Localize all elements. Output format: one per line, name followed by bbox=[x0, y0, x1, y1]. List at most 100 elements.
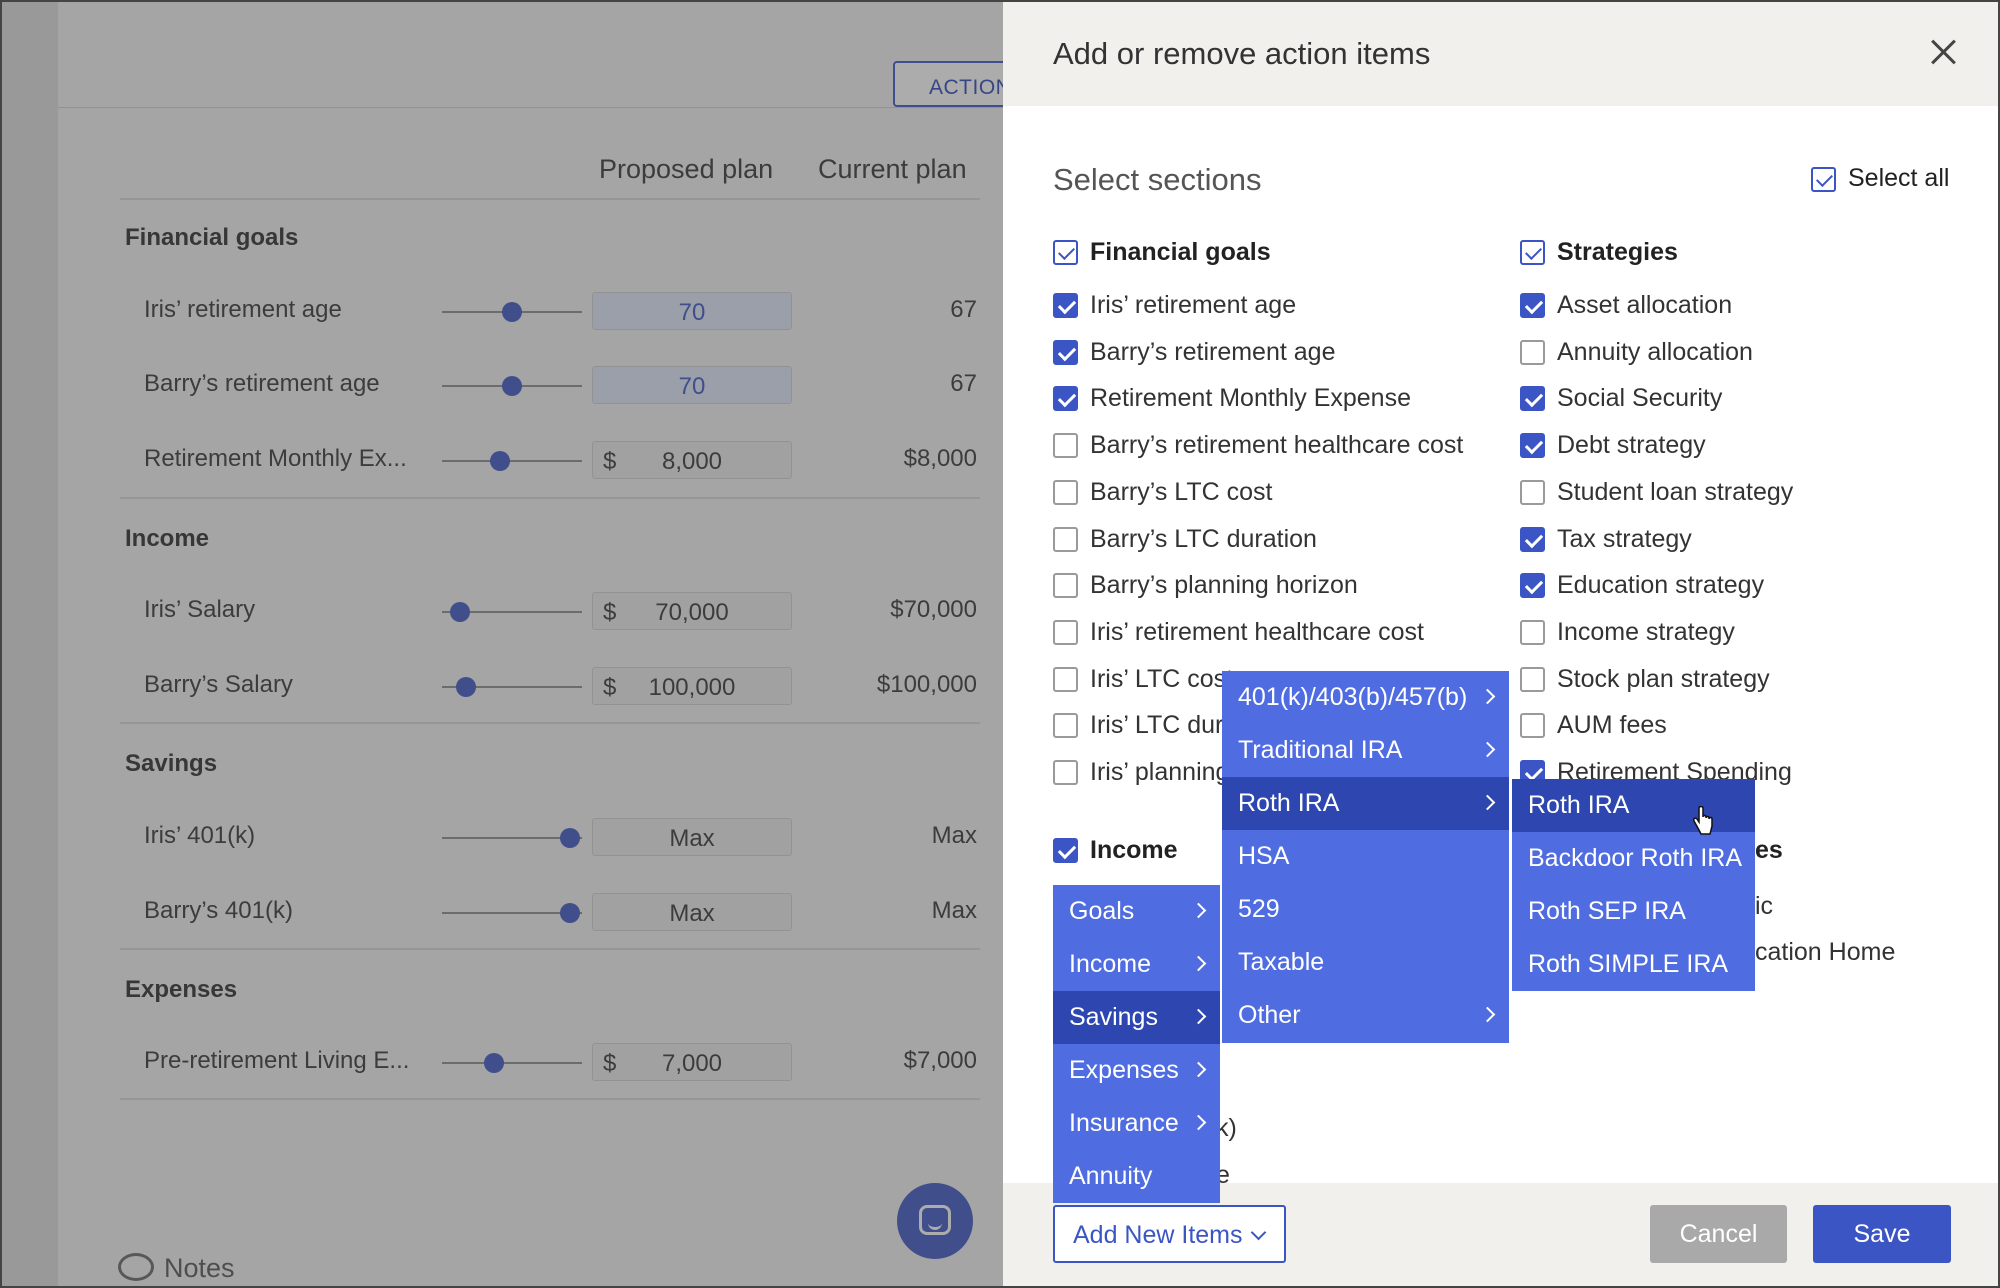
menu-item-label: Roth IRA bbox=[1528, 791, 1630, 819]
checkbox-icon[interactable] bbox=[1053, 620, 1078, 645]
menu-item-traditional-ira[interactable]: Traditional IRA bbox=[1222, 724, 1509, 777]
item-label: Barry’s retirement age bbox=[1090, 338, 1336, 366]
section-label: Financial goals bbox=[1090, 238, 1271, 266]
menu-item-insurance[interactable]: Insurance bbox=[1053, 1097, 1220, 1150]
menu-item-label: Roth IRA bbox=[1238, 789, 1340, 817]
menu-item-roth-sep-ira[interactable]: Roth SEP IRA bbox=[1512, 885, 1755, 938]
checkbox-icon[interactable] bbox=[1053, 240, 1078, 265]
menu-item-label: 401(k)/403(b)/457(b) bbox=[1238, 683, 1468, 711]
item-label: Student loan strategy bbox=[1557, 478, 1794, 506]
checkbox-icon[interactable] bbox=[1053, 527, 1078, 552]
menu-item-savings[interactable]: Savings bbox=[1053, 991, 1220, 1044]
add-items-menu: Goals Income Savings Expenses Insurance … bbox=[1053, 885, 1220, 1203]
checkbox-icon[interactable] bbox=[1520, 293, 1545, 318]
item-label: Iris’ retirement age bbox=[1090, 291, 1297, 319]
menu-item-backdoor-roth-ira[interactable]: Backdoor Roth IRA bbox=[1512, 832, 1755, 885]
checkbox-icon[interactable] bbox=[1053, 480, 1078, 505]
checkbox-icon[interactable] bbox=[1520, 620, 1545, 645]
menu-item-label: Goals bbox=[1069, 897, 1135, 925]
item-label: Retirement Monthly Expense bbox=[1090, 384, 1411, 412]
item-label: Barry’s LTC cost bbox=[1090, 478, 1273, 506]
checkbox-icon[interactable] bbox=[1053, 386, 1078, 411]
background-app: ACTION Proposed plan Current plan Financ… bbox=[0, 0, 1023, 1288]
modal-backdrop[interactable] bbox=[0, 0, 1003, 1288]
section-label: Income bbox=[1090, 836, 1178, 864]
section-label: Strategies bbox=[1557, 238, 1678, 266]
hand-cursor-icon bbox=[1693, 806, 1713, 835]
checkbox-icon[interactable] bbox=[1520, 667, 1545, 692]
checkbox-icon[interactable] bbox=[1520, 240, 1545, 265]
chevron-right-icon bbox=[1479, 688, 1496, 705]
checkbox-icon[interactable] bbox=[1811, 167, 1836, 192]
checkbox-icon[interactable] bbox=[1053, 293, 1078, 318]
item-label: Tax strategy bbox=[1557, 525, 1692, 553]
item-label: Debt strategy bbox=[1557, 431, 1706, 459]
item-label: Barry’s LTC duration bbox=[1090, 525, 1317, 553]
menu-item-taxable[interactable]: Taxable bbox=[1222, 936, 1509, 989]
item-label: Iris’ LTC dura bbox=[1090, 711, 1238, 739]
chevron-right-icon bbox=[1190, 902, 1207, 919]
menu-item-label: Insurance bbox=[1069, 1109, 1179, 1137]
item-label: Barry’s retirement healthcare cost bbox=[1090, 431, 1464, 459]
item-label: Iris’ LTC cost bbox=[1090, 665, 1234, 693]
menu-item-label: Roth SEP IRA bbox=[1528, 897, 1686, 925]
checkbox-icon[interactable] bbox=[1520, 713, 1545, 738]
chevron-right-icon bbox=[1479, 1006, 1496, 1023]
item-label: AUM fees bbox=[1557, 711, 1667, 739]
partial-section-text: es bbox=[1755, 836, 1783, 864]
checkbox-icon[interactable] bbox=[1520, 573, 1545, 598]
checkbox-icon[interactable] bbox=[1053, 433, 1078, 458]
checkbox-icon[interactable] bbox=[1053, 838, 1078, 863]
menu-item-401k[interactable]: 401(k)/403(b)/457(b) bbox=[1222, 671, 1509, 724]
menu-item-goals[interactable]: Goals bbox=[1053, 885, 1220, 938]
roth-ira-submenu: Roth IRA Backdoor Roth IRA Roth SEP IRA … bbox=[1512, 779, 1755, 991]
menu-item-expenses[interactable]: Expenses bbox=[1053, 1044, 1220, 1097]
menu-item-roth-ira[interactable]: Roth IRA bbox=[1222, 777, 1509, 830]
menu-item-label: Income bbox=[1069, 950, 1151, 978]
modal-header: Add or remove action items bbox=[1003, 0, 2000, 106]
add-new-items-button[interactable]: Add New Items bbox=[1053, 1205, 1286, 1263]
checkbox-icon[interactable] bbox=[1053, 760, 1078, 785]
item-label: Iris’ planning bbox=[1090, 758, 1230, 786]
menu-item-529[interactable]: 529 bbox=[1222, 883, 1509, 936]
chevron-right-icon bbox=[1190, 1061, 1207, 1078]
menu-item-label: Other bbox=[1238, 1001, 1301, 1029]
checkbox-icon[interactable] bbox=[1520, 433, 1545, 458]
close-icon[interactable] bbox=[1923, 33, 1963, 73]
partial-item-text: ic bbox=[1755, 892, 1774, 920]
cancel-button[interactable]: Cancel bbox=[1650, 1205, 1787, 1263]
item-label: Barry’s planning horizon bbox=[1090, 571, 1358, 599]
menu-item-income[interactable]: Income bbox=[1053, 938, 1220, 991]
item-label: Asset allocation bbox=[1557, 291, 1733, 319]
menu-item-label: Roth SIMPLE IRA bbox=[1528, 950, 1729, 978]
checkbox-icon[interactable] bbox=[1053, 340, 1078, 365]
menu-item-label: Backdoor Roth IRA bbox=[1528, 844, 1742, 872]
select-all-label: Select all bbox=[1848, 164, 1950, 192]
menu-item-hsa[interactable]: HSA bbox=[1222, 830, 1509, 883]
menu-item-label: Traditional IRA bbox=[1238, 736, 1403, 764]
checkbox-icon[interactable] bbox=[1520, 340, 1545, 365]
checkbox-icon[interactable] bbox=[1053, 667, 1078, 692]
sections-title: Select sections bbox=[1053, 162, 1262, 197]
chevron-right-icon bbox=[1479, 794, 1496, 811]
checkbox-icon[interactable] bbox=[1053, 573, 1078, 598]
save-button[interactable]: Save bbox=[1813, 1205, 1951, 1263]
menu-item-label: Expenses bbox=[1069, 1056, 1179, 1084]
menu-item-other[interactable]: Other bbox=[1222, 989, 1509, 1042]
add-new-items-label: Add New Items bbox=[1073, 1221, 1243, 1249]
menu-item-annuity[interactable]: Annuity bbox=[1053, 1150, 1220, 1203]
item-label: Stock plan strategy bbox=[1557, 665, 1770, 693]
item-label: Education strategy bbox=[1557, 571, 1765, 599]
checkbox-icon[interactable] bbox=[1520, 527, 1545, 552]
menu-item-roth-ira-option[interactable]: Roth IRA bbox=[1512, 779, 1755, 832]
savings-submenu: 401(k)/403(b)/457(b) Traditional IRA Rot… bbox=[1222, 671, 1509, 1043]
checkbox-icon[interactable] bbox=[1520, 480, 1545, 505]
item-label: Iris’ retirement healthcare cost bbox=[1090, 618, 1424, 646]
chevron-down-icon bbox=[1250, 1224, 1267, 1241]
item-label: Annuity allocation bbox=[1557, 338, 1753, 366]
menu-item-label: HSA bbox=[1238, 842, 1290, 870]
menu-item-roth-simple-ira[interactable]: Roth SIMPLE IRA bbox=[1512, 938, 1755, 991]
checkbox-icon[interactable] bbox=[1053, 713, 1078, 738]
checkbox-icon[interactable] bbox=[1520, 386, 1545, 411]
menu-item-label: Taxable bbox=[1238, 948, 1325, 976]
